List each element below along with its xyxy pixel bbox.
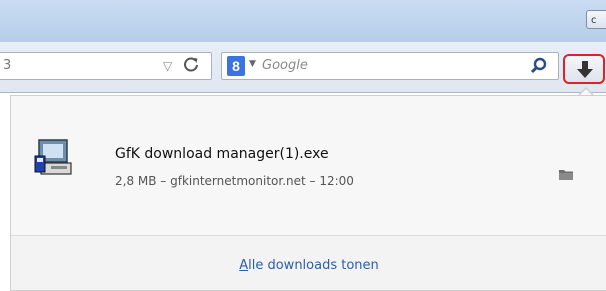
search-input[interactable]: Google: [262, 58, 308, 73]
title-bar: c: [0, 0, 606, 42]
link-accesskey: A: [239, 258, 249, 273]
chevron-down-icon[interactable]: ▼: [249, 59, 256, 69]
download-arrow-icon: [577, 61, 593, 78]
folder-icon[interactable]: [558, 166, 574, 185]
show-all-downloads-link[interactable]: Alle downloads tonen: [11, 258, 606, 273]
installer-icon: [31, 136, 75, 184]
downloads-panel: GfK download manager(1).exe 2,8 MB – gfk…: [10, 95, 606, 291]
download-item[interactable]: GfK download manager(1).exe 2,8 MB – gfk…: [11, 96, 606, 234]
navigation-toolbar: 3 ▽ 8 ▼ Google: [0, 42, 606, 93]
url-bar[interactable]: 3 ▽: [0, 52, 212, 80]
downloads-button[interactable]: [563, 54, 605, 84]
download-filename: GfK download manager(1).exe: [115, 146, 329, 162]
download-status: 2,8 MB – gfkinternetmonitor.net – 12:00: [115, 174, 354, 188]
search-icon[interactable]: [528, 55, 550, 77]
search-engine-logo[interactable]: 8: [227, 56, 245, 76]
link-label: lle downloads tonen: [248, 258, 379, 273]
reload-icon[interactable]: [183, 56, 199, 76]
url-text: 3: [3, 58, 12, 73]
window-minimize-button[interactable]: c: [586, 10, 606, 29]
search-bar[interactable]: 8 ▼ Google: [221, 52, 559, 80]
dropmarker-icon[interactable]: ▽: [163, 59, 172, 73]
panel-footer: Alle downloads tonen: [11, 236, 606, 290]
